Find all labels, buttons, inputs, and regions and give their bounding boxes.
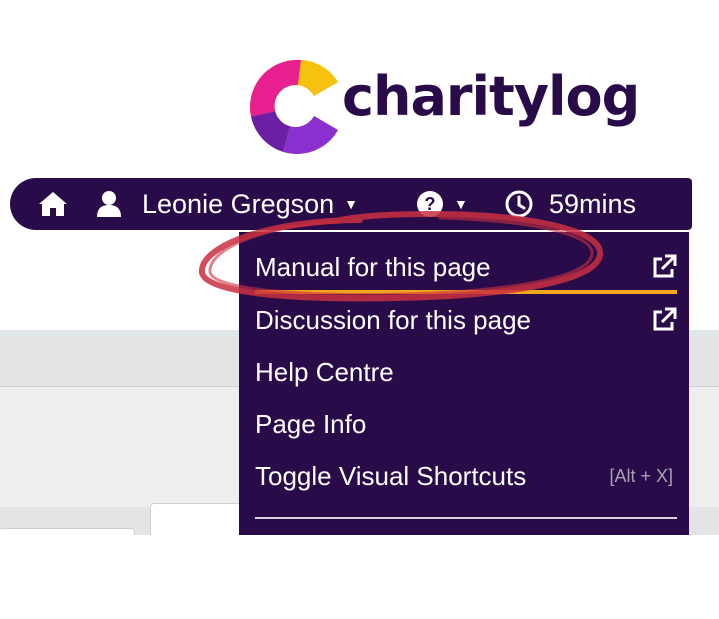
user-name: Leonie Gregson	[142, 188, 335, 219]
menu-item-help-centre[interactable]: Help Centre	[255, 352, 677, 392]
chevron-down-icon: ▼	[454, 196, 468, 212]
home-icon	[39, 192, 67, 216]
menu-item-toggle-visual-shortcuts[interactable]: Toggle Visual Shortcuts [Alt + X]	[255, 456, 677, 496]
session-timer: 59mins	[505, 178, 636, 230]
charitylog-logo-mark	[250, 59, 339, 154]
session-time: 59mins	[549, 188, 637, 219]
home-button[interactable]	[38, 178, 68, 230]
svg-text:?: ?	[425, 194, 436, 214]
user-menu-button[interactable]: Leonie Gregson ▼	[96, 178, 358, 230]
menu-item-label: Toggle Visual Shortcuts	[255, 460, 527, 491]
clock-icon	[505, 190, 533, 218]
image-cutoff	[0, 535, 719, 619]
menu-item-page-info[interactable]: Page Info	[255, 404, 677, 444]
chevron-down-icon: ▼	[344, 196, 358, 212]
top-navbar: Leonie Gregson ▼ ? ▼ 59mins	[10, 178, 692, 230]
user-icon	[97, 191, 121, 217]
external-link-icon	[653, 254, 677, 278]
menu-item-label: Discussion for this page	[255, 304, 532, 335]
logo-wordmark: charitylog	[342, 65, 640, 128]
active-item-underline	[255, 290, 677, 294]
help-dropdown-menu: Manual for this page Discussion for this…	[239, 232, 689, 535]
menu-item-manual[interactable]: Manual for this page	[255, 247, 677, 287]
charitylog-logo: charitylog	[250, 58, 670, 158]
question-circle-icon: ?	[417, 191, 443, 217]
keyboard-shortcut: [Alt + X]	[609, 465, 673, 486]
menu-divider	[255, 517, 677, 519]
help-menu-button[interactable]: ? ▼	[416, 178, 468, 230]
menu-item-label: Page Info	[255, 408, 367, 439]
menu-item-label: Manual for this page	[255, 251, 491, 282]
menu-item-discussion[interactable]: Discussion for this page	[255, 300, 677, 340]
menu-item-label: Help Centre	[255, 356, 394, 387]
external-link-icon	[653, 307, 677, 331]
